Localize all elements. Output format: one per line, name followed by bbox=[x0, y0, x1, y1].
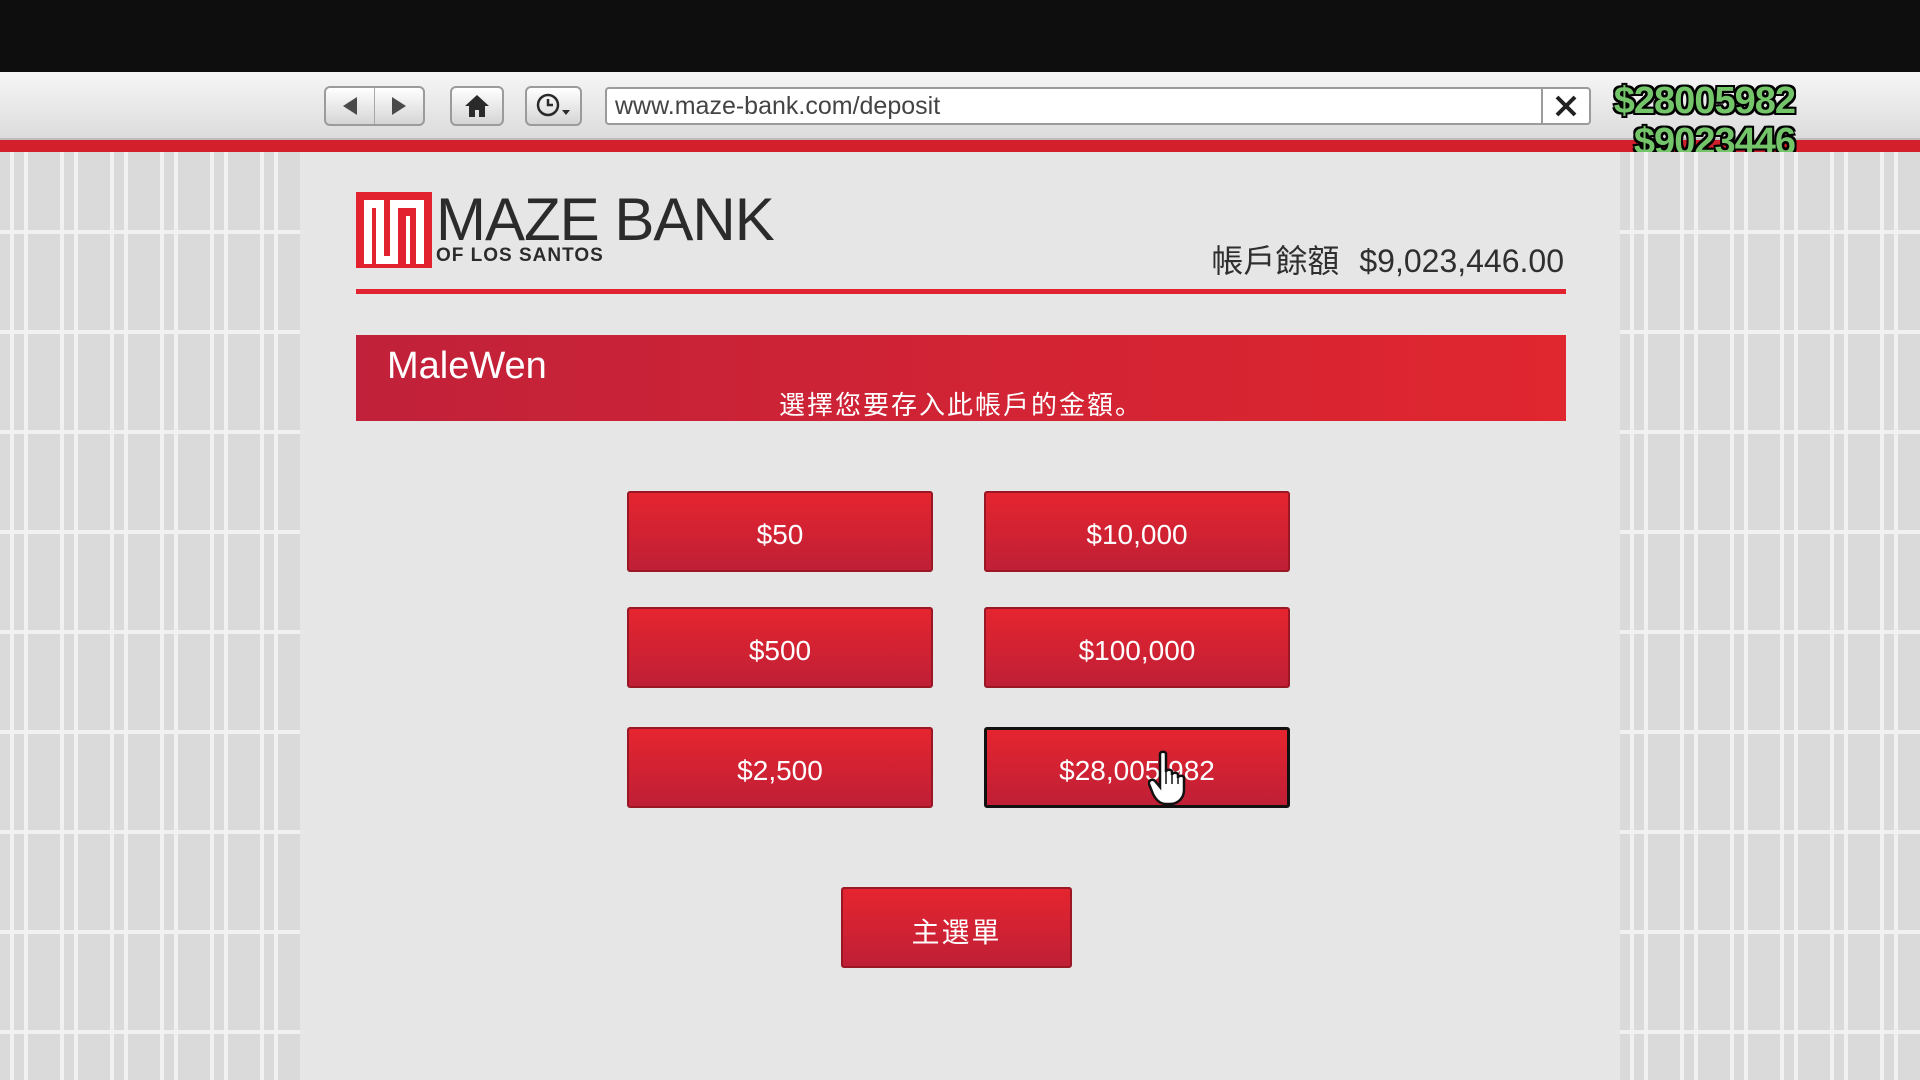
account-balance: 帳戶餘額 $9,023,446.00 bbox=[1211, 236, 1564, 282]
deposit-instruction: 選擇您要存入此帳戶的金額。 bbox=[778, 390, 1143, 420]
deposit-500-button[interactable]: $500 bbox=[627, 607, 933, 688]
close-url-button[interactable] bbox=[1541, 89, 1589, 123]
home-icon bbox=[465, 95, 489, 117]
deposit-10000-button[interactable]: $10,000 bbox=[984, 491, 1290, 572]
clock-icon bbox=[536, 93, 570, 117]
header-divider bbox=[356, 289, 1566, 294]
back-button[interactable] bbox=[326, 88, 375, 124]
balance-value: $9,023,446.00 bbox=[1359, 243, 1564, 279]
deposit-100000-button[interactable]: $100,000 bbox=[984, 607, 1290, 688]
maze-bank-logo: MAZE BANK OF LOS SANTOS bbox=[356, 186, 775, 268]
deposit-2500-button[interactable]: $2,500 bbox=[627, 727, 933, 808]
right-background-pattern bbox=[1620, 152, 1920, 1080]
left-background-pattern bbox=[0, 152, 300, 1080]
forward-button[interactable] bbox=[375, 88, 424, 124]
back-forward-group bbox=[324, 86, 425, 126]
main-menu-button[interactable]: 主選單 bbox=[841, 887, 1072, 968]
user-banner: MaleWen 選擇您要存入此帳戶的金額。 bbox=[356, 335, 1566, 421]
logo-name: MAZE BANK bbox=[436, 186, 775, 253]
back-arrow-icon bbox=[342, 97, 357, 115]
browser-red-strip bbox=[0, 140, 1920, 152]
history-button[interactable] bbox=[525, 86, 582, 126]
url-text[interactable]: www.maze-bank.com/deposit bbox=[607, 92, 1541, 121]
deposit-all-button[interactable]: $28,005,982 bbox=[984, 727, 1290, 808]
forward-arrow-icon bbox=[391, 97, 406, 115]
hud-cash: $28005982 bbox=[1613, 80, 1796, 122]
username: MaleWen bbox=[387, 345, 547, 387]
balance-label: 帳戶餘額 bbox=[1211, 243, 1340, 279]
maze-logo-icon bbox=[356, 192, 432, 268]
home-button[interactable] bbox=[450, 86, 504, 126]
game-top-letterbox bbox=[0, 0, 1920, 72]
hand-cursor-icon bbox=[1148, 750, 1186, 806]
address-bar[interactable]: www.maze-bank.com/deposit bbox=[605, 87, 1591, 125]
bank-page: MAZE BANK OF LOS SANTOS 帳戶餘額 $9,023,446.0… bbox=[300, 152, 1620, 1080]
deposit-50-button[interactable]: $50 bbox=[627, 491, 933, 572]
close-icon bbox=[1555, 95, 1577, 117]
